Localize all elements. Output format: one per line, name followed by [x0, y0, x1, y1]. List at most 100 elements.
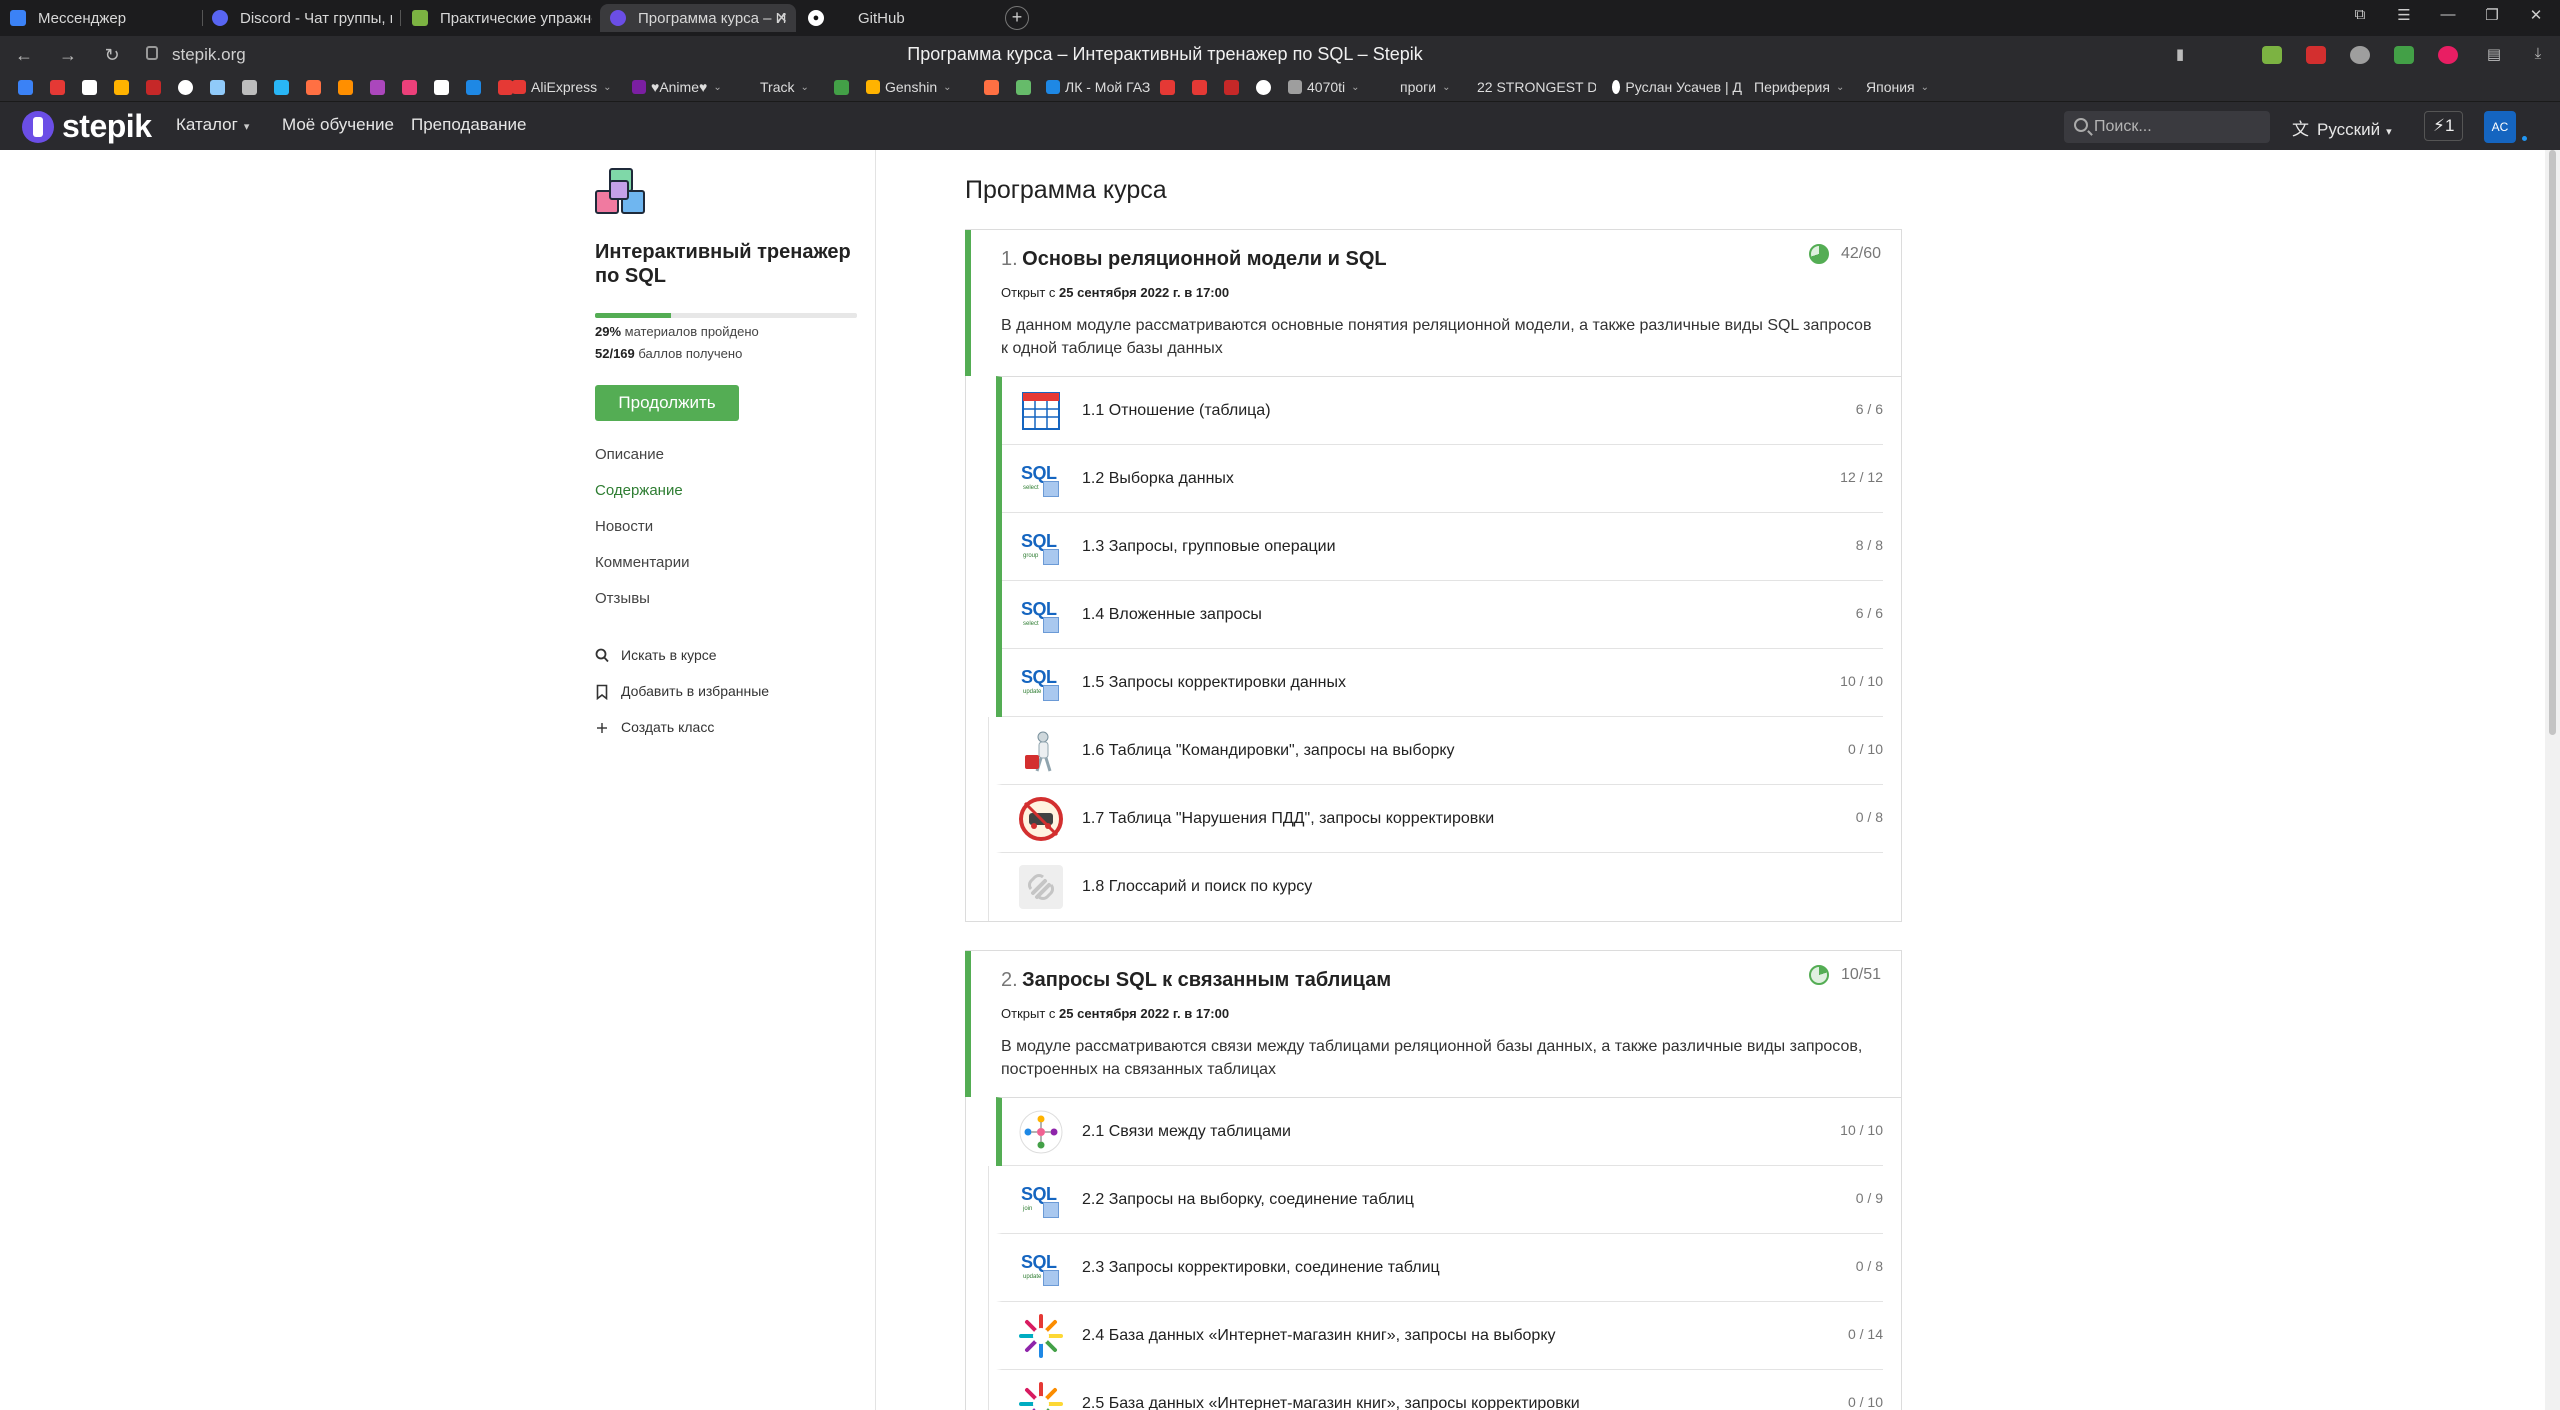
gmail-icon[interactable]: [2306, 46, 2326, 64]
lesson-item[interactable]: 2.5 База данных «Интернет-магазин книг»,…: [988, 1370, 1883, 1410]
download-icon[interactable]: ⤓: [2526, 45, 2550, 62]
bookmark-folder-anime[interactable]: ♥Anime♥ ⌄: [632, 79, 722, 95]
extension-icon[interactable]: [2262, 46, 2282, 64]
bookmark-folder-aliexpress[interactable]: AliExpress ⌄: [512, 79, 612, 95]
course-nav-reviews[interactable]: Отзывы: [595, 589, 860, 625]
lesson-item[interactable]: 2.1 Связи между таблицами 10 / 10: [1002, 1098, 1883, 1166]
collections-icon[interactable]: ▤: [2482, 45, 2506, 63]
bookmark-icon[interactable]: [1016, 80, 1031, 95]
lesson-item[interactable]: SQL select 1.4 Вложенные запросы 6 / 6: [1002, 581, 1883, 649]
notifications-count: 1: [2444, 116, 2455, 135]
course-cover-image[interactable]: [595, 168, 655, 222]
bookmark-icon[interactable]: [274, 80, 289, 95]
avatar[interactable]: AC: [2484, 111, 2516, 143]
lesson-item[interactable]: 1.7 Таблица "Нарушения ПДД", запросы кор…: [988, 785, 1883, 853]
menu-icon[interactable]: ☰: [2392, 6, 2416, 24]
bookmark-lk-gaz[interactable]: ЛК - Мой ГАЗ: [1046, 79, 1150, 95]
create-class-button[interactable]: Создать класс: [595, 719, 860, 755]
lesson-item[interactable]: SQL group 1.3 Запросы, групповые операции…: [1002, 513, 1883, 581]
bookmark-icon[interactable]: [1224, 80, 1239, 95]
instagram-icon[interactable]: [402, 80, 417, 95]
bookmark-icon[interactable]: [1256, 80, 1271, 95]
youtube-icon[interactable]: [50, 80, 65, 95]
nav-my-learning[interactable]: Моё обучение: [282, 115, 394, 135]
steam-icon[interactable]: [210, 80, 225, 95]
search-input[interactable]: [2094, 116, 2254, 138]
add-to-favorites-button[interactable]: Добавить в избранные: [595, 683, 860, 719]
course-nav-description[interactable]: Описание: [595, 445, 860, 481]
lesson-item[interactable]: 1.6 Таблица "Командировки", запросы на в…: [988, 717, 1883, 785]
browser-tab-active[interactable]: Программа курса – И ✕: [600, 4, 796, 32]
bookmark-icon[interactable]: [306, 80, 321, 95]
lesson-item[interactable]: SQL join 2.2 Запросы на выборку, соединен…: [988, 1166, 1883, 1234]
bookmark-icon[interactable]: [18, 80, 33, 95]
module-title[interactable]: Основы реляционной модели и SQL: [1022, 248, 1386, 270]
course-nav-contents[interactable]: Содержание: [595, 481, 860, 517]
bookmark-folder-4070ti[interactable]: 4070ti ⌄: [1288, 79, 1360, 95]
bookmark-icon[interactable]: [984, 80, 999, 95]
bookmark-icon[interactable]: [1192, 80, 1207, 95]
continue-button[interactable]: Продолжить: [595, 385, 739, 421]
module-title[interactable]: Запросы SQL к связанным таблицам: [1022, 969, 1391, 991]
bookmark-icon[interactable]: [466, 80, 481, 95]
language-selector[interactable]: 文 Русский ▾: [2292, 115, 2392, 140]
course-title[interactable]: Интерактивный тренажер по SQL: [595, 240, 860, 288]
lesson-title: 2.4 База данных «Интернет-магазин книг»,…: [1082, 1326, 1556, 1344]
extension-icon[interactable]: [2350, 46, 2370, 64]
address-bar: ← → ↻ stepik.org Программа курса – Интер…: [0, 36, 2560, 74]
bookmark-icon[interactable]: [146, 80, 161, 95]
browser-tab[interactable]: Мессенджер: [10, 4, 200, 32]
nav-catalog[interactable]: Каталог ▾: [176, 115, 249, 135]
play-icon[interactable]: [82, 80, 97, 95]
browser-tab[interactable]: Практические упражнен: [412, 4, 592, 32]
bookmark-icon[interactable]: [498, 80, 513, 95]
aliexpress-icon: [512, 80, 526, 94]
minimize-icon[interactable]: —: [2436, 6, 2460, 23]
lesson-item[interactable]: SQL update 2.3 Запросы корректировки, сое…: [988, 1234, 1883, 1302]
scrollbar-thumb[interactable]: [2549, 150, 2556, 735]
bookmark-icon[interactable]: [178, 80, 193, 95]
close-window-icon[interactable]: ✕: [2524, 6, 2548, 24]
plus-icon: [595, 720, 609, 736]
bookmark-icon[interactable]: [1160, 80, 1175, 95]
bookmark-folder-yaponiya[interactable]: Япония ⌄: [1866, 79, 1929, 95]
lesson-item[interactable]: SQL select 1.2 Выборка данных 12 / 12: [1002, 445, 1883, 513]
nav-teaching[interactable]: Преподавание: [411, 115, 526, 135]
database-icon[interactable]: [242, 80, 257, 95]
bookmark-icon[interactable]: [114, 80, 129, 95]
restore-icon[interactable]: ❐: [2480, 6, 2504, 24]
search-in-course-button[interactable]: Искать в курсе: [595, 647, 860, 683]
bookmark-folder-genshin[interactable]: Genshin ⌄: [866, 79, 952, 95]
bookmark-folder-progi[interactable]: проги ⌄: [1400, 79, 1450, 95]
browser-tab[interactable]: ● GitHub: [808, 4, 988, 32]
tabs-overview-icon[interactable]: ⧉: [2348, 6, 2372, 23]
bookmark-icon[interactable]: ▮: [2168, 45, 2192, 63]
close-icon[interactable]: ✕: [775, 9, 788, 27]
course-nav-comments[interactable]: Комментарии: [595, 553, 860, 589]
page-scrollbar[interactable]: [2545, 150, 2560, 1410]
shield-icon[interactable]: [2394, 46, 2414, 64]
lesson-item[interactable]: 2.4 База данных «Интернет-магазин книг»,…: [988, 1302, 1883, 1370]
bookmark-icon[interactable]: [370, 80, 385, 95]
bookmark-icon[interactable]: [834, 80, 849, 95]
lesson-item[interactable]: 1.1 Отношение (таблица) 6 / 6: [1002, 377, 1883, 445]
lesson-divider: [988, 1234, 989, 1302]
bookmark-icon[interactable]: [338, 80, 353, 95]
new-tab-button[interactable]: +: [1005, 6, 1029, 30]
chevron-down-icon: ▾: [2386, 126, 2392, 138]
stepik-logo[interactable]: stepik: [62, 108, 152, 145]
bookmark-folder-track[interactable]: Track ⌄: [760, 79, 809, 95]
notifications-button[interactable]: ⚡1: [2424, 111, 2464, 141]
course-nav-news[interactable]: Новости: [595, 517, 860, 553]
bookmark-icon[interactable]: [434, 80, 449, 95]
lesson-item[interactable]: SQL update 1.5 Запросы корректировки данн…: [1002, 649, 1883, 717]
bookmark-folder-periferiya[interactable]: Периферия ⌄: [1754, 79, 1844, 95]
bookmark-22-strongest[interactable]: 22 STRONGEST D: [1472, 79, 1596, 95]
network-icon: [1017, 1108, 1065, 1156]
extension-icon[interactable]: [2438, 46, 2458, 64]
lesson-score: 0 / 8: [1855, 809, 1883, 825]
lesson-item[interactable]: 1.8 Глоссарий и поиск по курсу: [988, 853, 1883, 921]
stepik-logo-icon[interactable]: [22, 111, 54, 143]
bookmark-ruslan[interactable]: Руслан Усачев | Д: [1612, 79, 1742, 95]
browser-tab[interactable]: Discord - Чат группы, где: [212, 4, 392, 32]
